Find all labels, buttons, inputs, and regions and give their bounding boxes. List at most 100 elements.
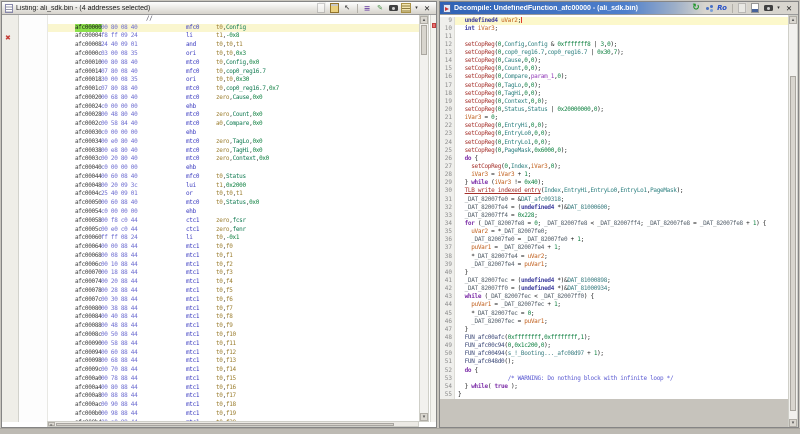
listing-mnemonic[interactable]: ori bbox=[186, 50, 196, 59]
operand-token[interactable]: t0 bbox=[216, 357, 223, 364]
code-token[interactable]: while bbox=[471, 383, 488, 390]
operand-token[interactable]: TagLo bbox=[233, 138, 250, 145]
operand-token[interactable]: t1 bbox=[216, 182, 223, 189]
listing-address[interactable]: afc00014 bbox=[75, 68, 102, 77]
operand-token[interactable]: zero bbox=[216, 111, 229, 118]
listing-operands[interactable]: zero,TagHi,0x0 bbox=[216, 147, 262, 156]
operand-token[interactable]: 0x0 bbox=[249, 59, 259, 66]
code-token[interactable] bbox=[458, 49, 465, 56]
code-token[interactable]: _DAT_82007fe8 bbox=[544, 220, 587, 227]
code-token[interactable]: _DAT_82007fec bbox=[488, 293, 531, 300]
listing-operands[interactable]: t0,cop0_reg16.7,0x7 bbox=[216, 85, 279, 94]
code-token[interactable]: puVar1 bbox=[471, 301, 491, 308]
operand-token[interactable]: t0 bbox=[216, 278, 223, 285]
code-token[interactable]: | bbox=[547, 106, 557, 113]
listing-bytes[interactable]: 00 20 80 40 bbox=[101, 155, 137, 164]
export-icon[interactable] bbox=[749, 3, 761, 14]
listing-row[interactable]: afc0003c00 20 80 40mtc0zero,Context,0x0 bbox=[48, 155, 419, 164]
listing-row[interactable]: afc0002000 68 80 40mtc0zero,Cause,0x0 bbox=[48, 94, 419, 103]
listing-operands[interactable]: t0,-0x1 bbox=[216, 234, 239, 243]
listing-operands[interactable]: t0,f17 bbox=[216, 392, 236, 401]
listing-operands[interactable]: t0,f3 bbox=[216, 269, 233, 278]
listing-operands[interactable]: t0,Config,0x0 bbox=[216, 59, 259, 68]
listing-row[interactable]: afc0007800 28 88 44mtc1t0,f5 bbox=[48, 287, 419, 296]
operand-token[interactable]: t0 bbox=[216, 340, 223, 347]
listing-mnemonic[interactable]: mtc1 bbox=[186, 357, 199, 366]
code-token[interactable] bbox=[458, 82, 465, 89]
code-token[interactable]: 0x228 bbox=[518, 212, 535, 219]
code-token[interactable]: Count bbox=[504, 65, 521, 72]
code-token[interactable]: = ( bbox=[508, 285, 521, 292]
listing-operands[interactable]: t0,f13 bbox=[216, 357, 236, 366]
code-token[interactable]: = bbox=[518, 310, 528, 317]
listing-titlebar[interactable]: Listing: ali_sdk.bin - (4 addresses sele… bbox=[2, 2, 436, 15]
listing-mnemonic[interactable]: mtc1 bbox=[186, 392, 199, 401]
code-token[interactable]: ); bbox=[544, 342, 551, 349]
listing-mnemonic[interactable]: mtc1 bbox=[186, 384, 199, 393]
code-token[interactable] bbox=[458, 171, 471, 178]
listing-address[interactable]: afc00018 bbox=[75, 76, 102, 85]
code-line[interactable]: 52 do { bbox=[440, 367, 788, 375]
listing-mnemonic[interactable]: mtc1 bbox=[186, 375, 199, 384]
listing-row[interactable]: afc00030c0 00 00 00ehb bbox=[48, 129, 419, 138]
code-token[interactable]: 0x30 bbox=[597, 49, 610, 56]
listing-bytes[interactable]: 00 98 88 44 bbox=[101, 410, 137, 419]
listing-row[interactable]: afc0009000 58 88 44mtc1t0,f11 bbox=[48, 340, 419, 349]
listing-operands[interactable]: zero,Cause,0x0 bbox=[216, 94, 262, 103]
code-token[interactable]: = * bbox=[488, 228, 501, 235]
code-token[interactable] bbox=[458, 106, 465, 113]
code-token[interactable]: + bbox=[544, 301, 554, 308]
refresh-icon[interactable]: ↻ bbox=[690, 3, 702, 14]
code-token[interactable]: undefined4 bbox=[521, 285, 554, 292]
listing-row[interactable]: afc00054c0 00 00 00ehb bbox=[48, 208, 419, 217]
listing-operands[interactable]: t0,f9 bbox=[216, 322, 233, 331]
code-token[interactable]: & bbox=[547, 41, 557, 48]
code-token[interactable]: * bbox=[458, 253, 475, 260]
code-line[interactable]: 13 setCopReg(0,cop0_reg16.7,cop0_reg16.7… bbox=[440, 49, 788, 57]
copy-icon[interactable] bbox=[315, 3, 327, 14]
listing-mnemonic[interactable]: mtc1 bbox=[186, 305, 199, 314]
code-token[interactable]: = bbox=[518, 253, 528, 260]
decompiler-vscrollbar[interactable]: ▴ ▾ bbox=[788, 15, 798, 427]
operand-token[interactable]: f0 bbox=[226, 243, 233, 250]
dropdown-arrow-icon[interactable]: ▾ bbox=[413, 3, 420, 14]
code-token[interactable] bbox=[458, 147, 465, 154]
listing-row[interactable]: afc0003400 e0 80 40mtc0zero,TagLo,0x0 bbox=[48, 138, 419, 147]
code-token[interactable]: _DAT_82007ff4 bbox=[465, 212, 508, 219]
code-token[interactable]: + bbox=[567, 236, 577, 243]
listing-bytes[interactable]: 00 60 88 40 bbox=[101, 199, 137, 208]
operand-token[interactable]: zero bbox=[216, 155, 229, 162]
code-token[interactable]: < bbox=[531, 293, 541, 300]
code-token[interactable]: setCopReg bbox=[465, 90, 495, 97]
operand-token[interactable]: t0 bbox=[216, 41, 223, 48]
listing-row[interactable]: afc0001000 80 88 40mtc0t0,Config,0x0 bbox=[48, 59, 419, 68]
listing-operands[interactable]: t0,f5 bbox=[216, 287, 233, 296]
code-token[interactable]: /* WARNING: Do nothing block with infini… bbox=[508, 375, 674, 382]
code-token[interactable]: puVar1 bbox=[524, 318, 544, 325]
code-token[interactable]: setCopReg bbox=[465, 98, 495, 105]
operand-token[interactable]: t1 bbox=[216, 32, 223, 39]
listing-row[interactable]: afc0000c03 00 08 35orit0,t0,0x3 bbox=[48, 50, 419, 59]
listing-bytes[interactable]: 00 60 08 40 bbox=[101, 173, 137, 182]
code-token[interactable] bbox=[458, 244, 471, 251]
listing-address[interactable]: afc00028 bbox=[75, 111, 102, 120]
listing-bytes[interactable]: 00 f8 c0 44 bbox=[101, 217, 137, 226]
listing-mnemonic[interactable]: ehb bbox=[186, 164, 196, 173]
listing-mnemonic[interactable]: mtc0 bbox=[186, 199, 199, 208]
listing-row[interactable]: afc0002c00 58 84 40mtc0a0,Compare,0x0 bbox=[48, 120, 419, 129]
code-line[interactable]: 45 *_DAT_82007fec = 0; bbox=[440, 310, 788, 318]
code-token[interactable]: } bbox=[458, 391, 461, 398]
listing-address[interactable]: afc00084 bbox=[75, 313, 102, 322]
listing-mnemonic[interactable]: mtc1 bbox=[186, 296, 199, 305]
operand-token[interactable]: f1 bbox=[226, 252, 233, 259]
listing-bytes[interactable]: 07 80 08 40 bbox=[101, 68, 137, 77]
operand-token[interactable]: t0 bbox=[216, 375, 223, 382]
code-token[interactable]: ) { bbox=[756, 220, 766, 227]
code-token[interactable]: DAT_81000600 bbox=[567, 204, 607, 211]
listing-operands[interactable]: t0,cop0_reg16.7 bbox=[216, 68, 266, 77]
operand-token[interactable]: f13 bbox=[226, 357, 236, 364]
listing-row[interactable]: afc0001c07 80 88 40mtc0t0,cop0_reg16.7,0… bbox=[48, 85, 419, 94]
code-token[interactable]: puVar1 bbox=[471, 244, 491, 251]
listing-operands[interactable]: t0,f19 bbox=[216, 410, 236, 419]
listing-address[interactable]: afc00034 bbox=[75, 138, 102, 147]
